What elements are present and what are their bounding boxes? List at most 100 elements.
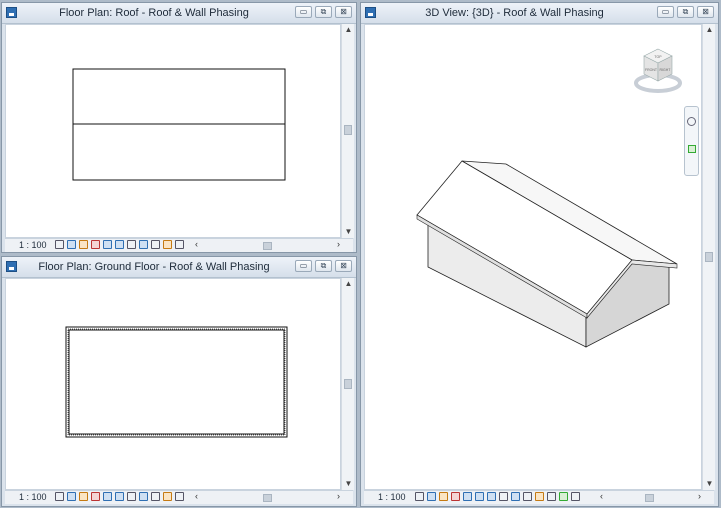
scroll-left-arrow-icon[interactable]: ‹: [195, 491, 198, 501]
highlight-icon[interactable]: [163, 492, 172, 501]
detail-level-icon[interactable]: [55, 492, 64, 501]
scroll-right-arrow-icon[interactable]: ›: [698, 491, 701, 501]
sun-path-icon[interactable]: [439, 492, 448, 501]
view-scale[interactable]: 1 : 100: [19, 240, 47, 250]
ground-plan-canvas[interactable]: [5, 278, 341, 490]
scroll-left-arrow-icon[interactable]: ‹: [195, 239, 198, 249]
3d-view-titlebar[interactable]: 3D View: {3D} - Roof & Wall Phasing ▭ ⧉ …: [361, 3, 718, 24]
view-scale[interactable]: 1 : 100: [19, 492, 47, 502]
steering-wheel-icon[interactable]: [687, 117, 696, 126]
worksharing-icon[interactable]: [559, 492, 568, 501]
analytical-icon[interactable]: [535, 492, 544, 501]
scroll-down-arrow-icon[interactable]: ▼: [703, 478, 716, 490]
shadows-icon[interactable]: [91, 240, 100, 249]
horizontal-scroll-thumb[interactable]: [263, 494, 272, 502]
worksharing-icon[interactable]: [175, 240, 184, 249]
restore-button[interactable]: ⧉: [315, 260, 332, 272]
show-crop-icon[interactable]: [115, 240, 124, 249]
3d-view-view-control-bar: 1 : 100 ‹ ›: [364, 490, 714, 504]
crop-view-icon[interactable]: [103, 240, 112, 249]
sun-path-icon[interactable]: [79, 492, 88, 501]
minimize-button[interactable]: ▭: [657, 6, 674, 18]
render-icon[interactable]: [463, 492, 472, 501]
roof-plan-title: Floor Plan: Roof - Roof & Wall Phasing: [59, 7, 249, 19]
viewcube[interactable]: TOP FRONT RIGHT: [632, 47, 684, 99]
viewcube-top-label: TOP: [654, 55, 662, 59]
viewcube-right-label: RIGHT: [660, 68, 672, 72]
scroll-up-arrow-icon[interactable]: ▲: [342, 24, 355, 36]
temporary-hide-icon[interactable]: [127, 240, 136, 249]
outer-wall-outline: [65, 326, 288, 438]
sun-path-icon[interactable]: [79, 240, 88, 249]
view-scale[interactable]: 1 : 100: [378, 492, 406, 502]
ground-plan-drawing: [65, 326, 288, 438]
navigation-bar: [684, 106, 699, 176]
roof-plan-drawing: [72, 68, 286, 181]
3d-view-canvas[interactable]: TOP FRONT RIGHT: [364, 24, 702, 490]
roof-plan-view-control-bar: 1 : 100 ‹ ›: [5, 238, 353, 252]
ground-plan-view-control-bar: 1 : 100 ‹ ›: [5, 490, 353, 504]
reveal-hidden-icon[interactable]: [139, 492, 148, 501]
close-button[interactable]: ⊠: [697, 6, 714, 18]
crop-view-icon[interactable]: [103, 492, 112, 501]
scroll-right-arrow-icon[interactable]: ›: [337, 239, 340, 249]
revit-view-icon[interactable]: [365, 7, 376, 18]
reveal-hidden-icon[interactable]: [523, 492, 532, 501]
revit-view-icon[interactable]: [6, 7, 17, 18]
scroll-thumb[interactable]: [344, 125, 352, 135]
roof-plan-titlebar[interactable]: Floor Plan: Roof - Roof & Wall Phasing ▭…: [2, 3, 356, 24]
close-button[interactable]: ⊠: [335, 260, 352, 272]
zoom-region-icon[interactable]: [688, 145, 696, 153]
wall-core-line: [67, 328, 286, 436]
inner-wall-outline: [68, 329, 285, 435]
highlight-icon[interactable]: [547, 492, 556, 501]
scroll-down-arrow-icon[interactable]: ▼: [342, 226, 355, 238]
close-button[interactable]: ⊠: [335, 6, 352, 18]
visual-style-icon[interactable]: [427, 492, 436, 501]
ground-plan-title: Floor Plan: Ground Floor - Roof & Wall P…: [38, 261, 270, 273]
shadows-icon[interactable]: [451, 492, 460, 501]
crop-view-icon[interactable]: [475, 492, 484, 501]
roof-plan-canvas[interactable]: [5, 24, 341, 238]
viewcube-front-label: FRONT: [645, 68, 658, 72]
scroll-down-arrow-icon[interactable]: ▼: [342, 478, 355, 490]
ground-plan-vertical-scrollbar[interactable]: ▲ ▼: [341, 278, 354, 490]
show-crop-icon[interactable]: [115, 492, 124, 501]
3d-view-vertical-scrollbar[interactable]: ▲ ▼: [702, 24, 715, 490]
minimize-button[interactable]: ▭: [295, 260, 312, 272]
visual-style-icon[interactable]: [67, 240, 76, 249]
ground-plan-window: Floor Plan: Ground Floor - Roof & Wall P…: [1, 256, 357, 507]
detail-level-icon[interactable]: [55, 240, 64, 249]
viewcube-graphic: TOP FRONT RIGHT: [634, 48, 682, 93]
ground-plan-titlebar[interactable]: Floor Plan: Ground Floor - Roof & Wall P…: [2, 257, 356, 278]
minimize-button[interactable]: ▭: [295, 6, 312, 18]
unlock-3d-icon[interactable]: [499, 492, 508, 501]
temporary-hide-icon[interactable]: [511, 492, 520, 501]
horizontal-scroll-thumb[interactable]: [645, 494, 654, 502]
detail-level-icon[interactable]: [415, 492, 424, 501]
scroll-up-arrow-icon[interactable]: ▲: [703, 24, 716, 36]
scroll-thumb[interactable]: [705, 252, 713, 262]
3d-view-window: 3D View: {3D} - Roof & Wall Phasing ▭ ⧉ …: [360, 2, 719, 507]
roof-plan-vertical-scrollbar[interactable]: ▲ ▼: [341, 24, 354, 238]
scroll-thumb[interactable]: [344, 379, 352, 389]
analytical-icon[interactable]: [151, 492, 160, 501]
horizontal-scroll-thumb[interactable]: [263, 242, 272, 250]
restore-button[interactable]: ⧉: [315, 6, 332, 18]
3d-view-title: 3D View: {3D} - Roof & Wall Phasing: [425, 7, 604, 19]
revit-view-icon[interactable]: [6, 261, 17, 272]
highlight-icon[interactable]: [163, 240, 172, 249]
scroll-left-arrow-icon[interactable]: ‹: [600, 491, 603, 501]
reveal-hidden-icon[interactable]: [139, 240, 148, 249]
scroll-right-arrow-icon[interactable]: ›: [337, 491, 340, 501]
restore-button[interactable]: ⧉: [677, 6, 694, 18]
show-crop-icon[interactable]: [487, 492, 496, 501]
visual-style-icon[interactable]: [67, 492, 76, 501]
roof-plan-window: Floor Plan: Roof - Roof & Wall Phasing ▭…: [1, 2, 357, 253]
temporary-hide-icon[interactable]: [127, 492, 136, 501]
analytical-icon[interactable]: [151, 240, 160, 249]
scroll-up-arrow-icon[interactable]: ▲: [342, 278, 355, 290]
design-options-icon[interactable]: [571, 492, 580, 501]
shadows-icon[interactable]: [91, 492, 100, 501]
worksharing-icon[interactable]: [175, 492, 184, 501]
